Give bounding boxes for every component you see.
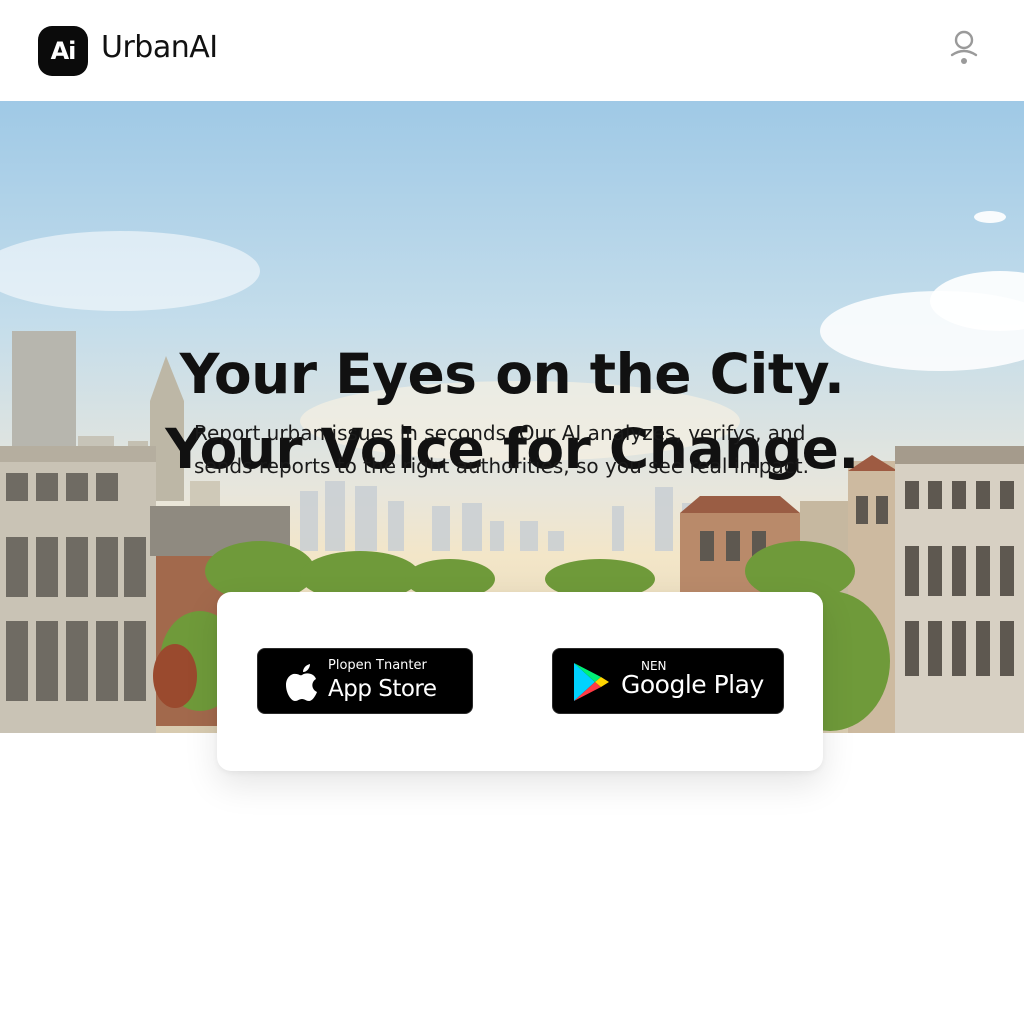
app-store-small-label: Plopen Tnanter	[328, 658, 427, 673]
apple-icon	[286, 664, 317, 701]
app-store-label: App Store	[328, 676, 437, 702]
logo-badge[interactable]: Ai	[38, 26, 88, 76]
description-line-1: Report urban issues in seconds. Our AI a…	[194, 421, 806, 445]
top-header: Ai UrbanAI	[0, 0, 1024, 101]
app-download-card: Plopen Tnanter App Store NEN Google Play	[217, 592, 823, 771]
hero-description: Report urban issues in seconds. Our AI a…	[194, 417, 894, 483]
google-play-icon	[574, 663, 609, 701]
profile-button[interactable]	[944, 28, 984, 68]
headline-line-1: Your Eyes on the City.	[179, 342, 845, 406]
brand-name[interactable]: UrbanAI	[101, 30, 218, 65]
google-play-button[interactable]: NEN Google Play	[552, 648, 784, 714]
app-store-button[interactable]: Plopen Tnanter App Store	[257, 648, 473, 714]
google-play-label: Google Play	[621, 670, 764, 699]
description-line-2: sends reports to the right authorities, …	[194, 454, 809, 478]
user-icon	[950, 30, 978, 64]
